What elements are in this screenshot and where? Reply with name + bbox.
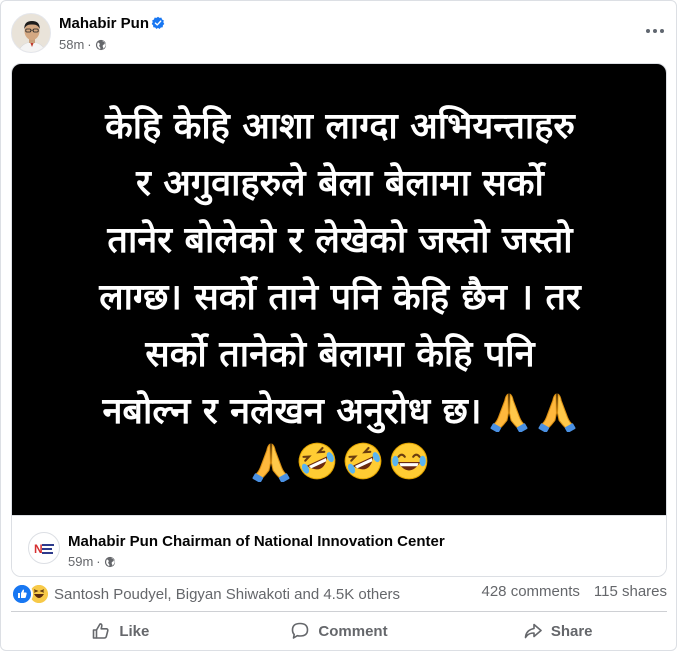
emoji-row bbox=[250, 440, 430, 482]
image-text-line: तानेर बोलेको र लेखेको जस्तो जस्तो bbox=[107, 219, 573, 261]
divider bbox=[11, 611, 667, 612]
reactor-names[interactable]: Santosh Poudyel, Bigyan Shiwakoti and 4.… bbox=[54, 586, 400, 603]
globe-icon bbox=[104, 556, 115, 567]
meta-separator: · bbox=[96, 554, 101, 569]
image-text-line-with-emoji: नबोल्न र नलेखन अनुरोध छ। bbox=[102, 383, 577, 440]
share-label: Share bbox=[550, 622, 593, 640]
reactions-summary[interactable]: Santosh Poudyel, Bigyan Shiwakoti and 4.… bbox=[11, 583, 400, 605]
author-name[interactable]: Mahabir Pun bbox=[59, 15, 149, 32]
comments-count[interactable]: 428 comments bbox=[482, 583, 580, 600]
share-button[interactable]: Share bbox=[448, 615, 667, 647]
thumbs-up-icon bbox=[93, 623, 109, 639]
rolling-laughing-icon bbox=[298, 442, 336, 479]
image-text-line: सर्को तानेको बेलामा केहि पनि bbox=[145, 333, 535, 375]
shared-post-meta: 59m · bbox=[68, 554, 116, 569]
verified-badge-icon bbox=[151, 16, 165, 29]
shares-count[interactable]: 115 shares bbox=[594, 583, 667, 600]
comment-label: Comment bbox=[318, 622, 388, 640]
shared-post[interactable]: केहि केहि आशा लाग्दा अभियन्ताहरु र अगुवा… bbox=[11, 63, 667, 577]
post-stats: Santosh Poudyel, Bigyan Shiwakoti and 4.… bbox=[11, 583, 667, 605]
comment-icon bbox=[292, 622, 309, 639]
avatar-photo bbox=[12, 14, 50, 52]
more-horizontal-icon[interactable] bbox=[641, 21, 669, 41]
image-text-line: नबोल्न र नलेखन अनुरोध छ। bbox=[102, 390, 482, 432]
image-text-line: केहि केहि आशा लाग्दा अभियन्ताहरु bbox=[105, 105, 575, 147]
post-card: Mahabir Pun 58m · केहि केहि आशा लाग्दा अ… bbox=[0, 0, 677, 651]
image-text-line: र अगुवाहरुले बेला बेलामा सर्को bbox=[136, 162, 544, 204]
avatar[interactable] bbox=[11, 13, 51, 53]
shared-post-footer: N Mahabir Pun Chairman of National Innov… bbox=[12, 515, 666, 576]
folded-hands-icon bbox=[252, 442, 290, 482]
engagement-counts: 428 comments 115 shares bbox=[482, 583, 668, 600]
post-image[interactable]: केहि केहि आशा लाग्दा अभियन्ताहरु र अगुवा… bbox=[12, 64, 666, 515]
tears-of-joy-icon bbox=[390, 442, 428, 479]
page-logo[interactable]: N bbox=[28, 532, 60, 564]
comment-button[interactable]: Comment bbox=[230, 615, 449, 647]
shared-post-time[interactable]: 59m bbox=[68, 554, 93, 569]
folded-hands-icon bbox=[490, 393, 528, 432]
like-icon bbox=[11, 583, 33, 605]
image-text-line: लाग्छ। सर्को ताने पनि केहि छैन । तर bbox=[99, 276, 581, 318]
post-actions: Like Comment Share bbox=[11, 615, 667, 647]
post-meta: 58m · bbox=[59, 37, 107, 52]
like-button[interactable]: Like bbox=[11, 615, 230, 647]
globe-icon bbox=[95, 39, 106, 50]
svg-text:N: N bbox=[34, 542, 43, 556]
rolling-laughing-icon bbox=[344, 442, 382, 479]
post-header: Mahabir Pun 58m · bbox=[11, 13, 671, 57]
folded-hands-icon bbox=[538, 393, 576, 432]
share-icon bbox=[524, 623, 542, 639]
shared-post-author[interactable]: Mahabir Pun Chairman of National Innovat… bbox=[68, 533, 445, 550]
meta-separator: · bbox=[87, 37, 92, 52]
post-time[interactable]: 58m bbox=[59, 37, 84, 52]
innovation-center-logo: N bbox=[34, 542, 54, 556]
like-label: Like bbox=[119, 622, 150, 640]
